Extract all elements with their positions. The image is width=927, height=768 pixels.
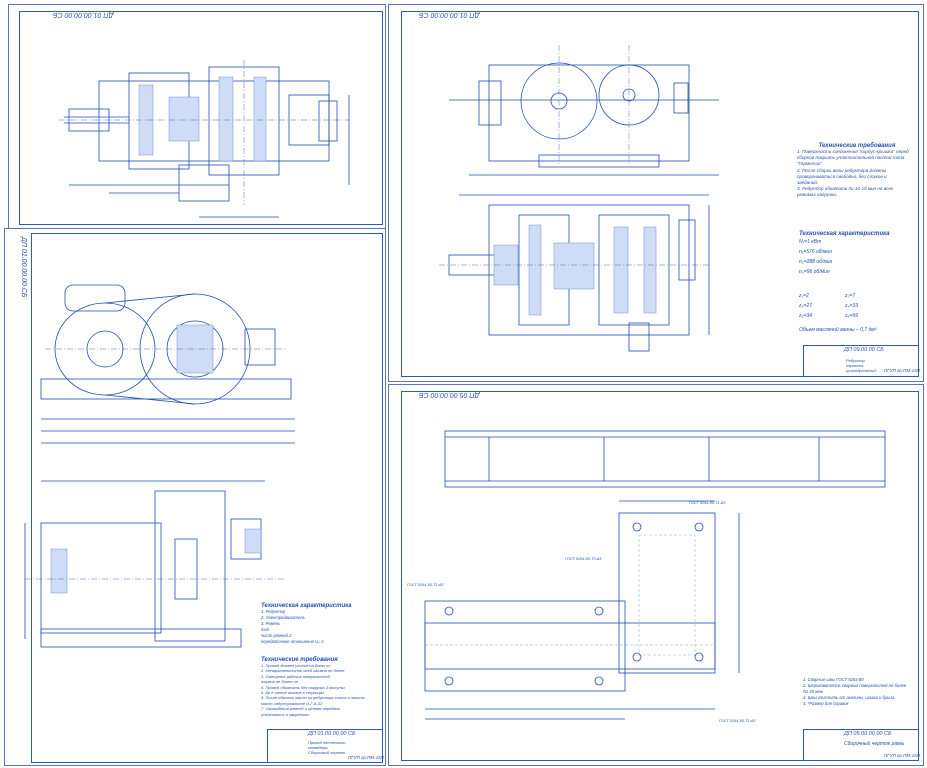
title-code: ДП 05.00.00.00 СБ bbox=[844, 731, 892, 737]
note-line: 4. *Размер для справок bbox=[803, 701, 849, 706]
weld-label: ГОСТ 5264-80-Т1-Δ5 bbox=[407, 583, 444, 587]
char-line: n₂=288 об/мин bbox=[799, 259, 833, 265]
char-line: n₁=576 об/мин bbox=[799, 249, 832, 255]
title-name: Привод ленточного конвейера. Сборочный ч… bbox=[308, 740, 346, 755]
frame-notes: 1. Сварные швы ГОСТ 5264-80 2. Шероховат… bbox=[803, 677, 915, 707]
gear-teeth-left: z₁=2 z₃=27 z₅=34 bbox=[799, 291, 839, 321]
drive-characteristics: Техническая характеристика 1. Редуктор 2… bbox=[261, 603, 371, 645]
title-name: Редуктор червячно-цилиндрический bbox=[846, 358, 877, 373]
title-name: Сборочный чертеж рамы bbox=[844, 741, 905, 747]
gear-line: z₄=33 bbox=[845, 303, 858, 309]
requirement-line: режимах нагрузки. bbox=[797, 192, 838, 198]
drive-requirements: Технические требования 1. Привод должен … bbox=[261, 657, 371, 717]
title-block: ДП 05.00.00.00 СБ Сборочный чертеж рамы … bbox=[803, 729, 920, 761]
weld-label: ГОСТ 5264-80-Т1-Δ5 bbox=[719, 719, 756, 723]
weld-label: ГОСТ 5264-80-Т3-Δ5 bbox=[565, 557, 602, 561]
technical-characteristics: Техническая характеристика N₁=1 кВт n₁=5… bbox=[799, 231, 917, 277]
sheet-frame: ДП 05.00.00.00 СБ ГОСТ 5264-80-Т1-Δ5 ГОС… bbox=[388, 384, 924, 766]
frame-views bbox=[424, 430, 886, 720]
title-block: ДП 09.00.00 СБ Редуктор червячно-цилиндр… bbox=[803, 345, 920, 377]
title-group: ПГУП гр.ПМ-15П bbox=[884, 753, 920, 758]
weld-label: ГОСТ 5264-80-Т1-Δ5 bbox=[689, 501, 726, 505]
char-line: передаточное отношение Uₚ 3 bbox=[261, 639, 324, 644]
title-code: ДП 09.00.00 СБ bbox=[844, 347, 884, 353]
gear-teeth-right: z₂=7 z₄=33 z₆=99 bbox=[845, 291, 885, 321]
title-code: ДП 01.00.00.00 СБ bbox=[308, 731, 356, 737]
sheet-left-drive: ДП 01.00.00.00 СБ Техническая характерис… bbox=[4, 228, 386, 766]
gearbox-section-view bbox=[59, 60, 350, 218]
gear-line: z₆=99 bbox=[845, 313, 858, 319]
oil-volume-note: Объем масляной ванны – 0,7 дм³ bbox=[799, 327, 877, 333]
title-group: ПГУП гр.ПМ-15П bbox=[348, 755, 384, 760]
req-line: установить и закрепить bbox=[261, 711, 310, 717]
title-block: ДП 01.00.00.00 СБ Привод ленточного конв… bbox=[267, 729, 384, 763]
gear-line: z₁=2 bbox=[799, 293, 809, 299]
sheet-top-right: ДП 01.00.00.00 СБ Технические требования… bbox=[388, 4, 924, 382]
sheet-top-left: ДП 01.00.00.00 СБ bbox=[8, 4, 386, 230]
gear-line: z₅=34 bbox=[799, 313, 812, 319]
title-group: ПГУП гр.ПМ-15П bbox=[884, 368, 920, 373]
char-line: n₃=96 об/мин bbox=[799, 269, 830, 275]
technical-requirements: Технические требования 1. Поверхности со… bbox=[797, 143, 917, 199]
gear-line: z₃=27 bbox=[799, 303, 812, 309]
gear-line: z₂=7 bbox=[845, 293, 856, 299]
char-line: N₁=1 кВт bbox=[799, 239, 822, 245]
